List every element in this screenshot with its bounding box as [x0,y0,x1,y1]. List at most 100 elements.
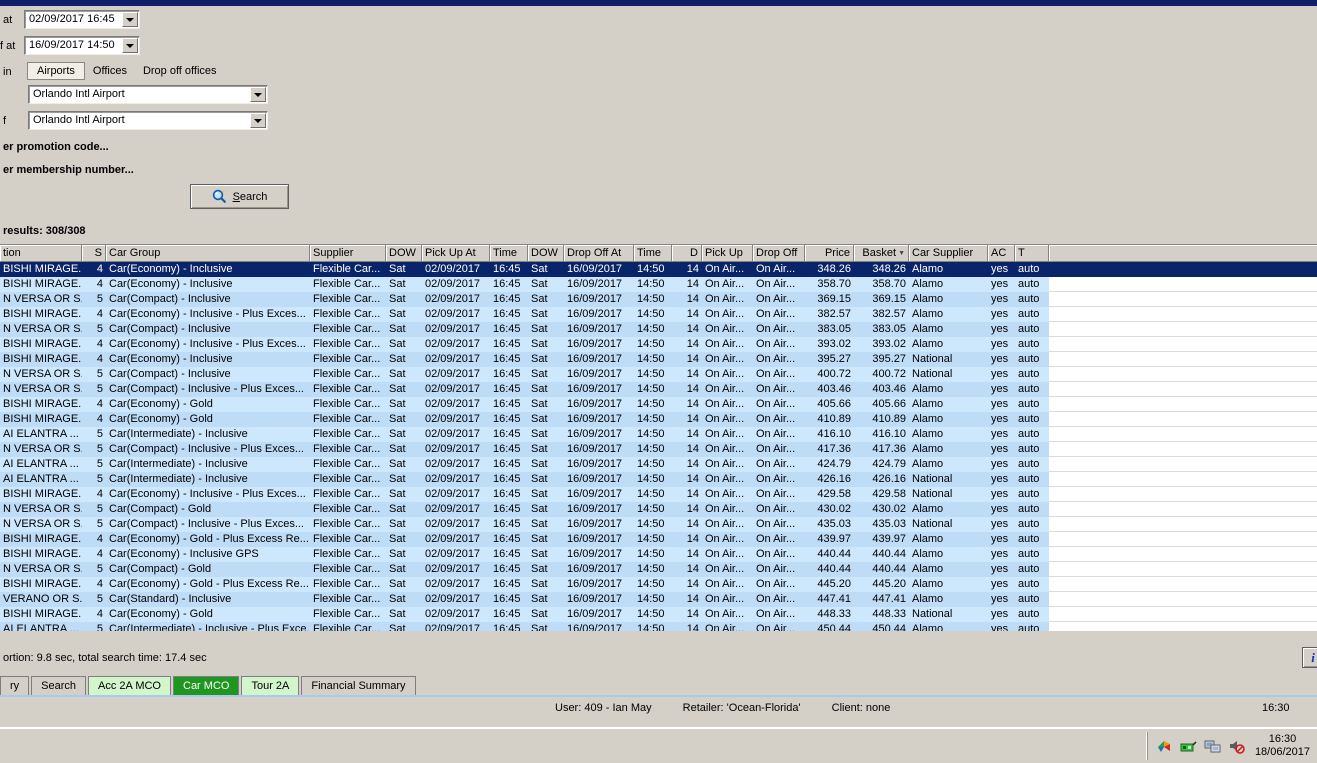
bottom-tab-ry[interactable]: ry [0,676,30,695]
cell-dropoff-date: 16/09/2017 [564,412,634,427]
dropoff-location-combo[interactable]: Orlando Intl Airport [28,111,268,130]
table-row[interactable]: N VERSA OR S... 5 Car(Compact) - Inclusive… [0,382,1317,397]
column-header-s[interactable]: S [82,245,106,262]
cell-pickup-time: 16:45 [490,412,528,427]
table-row[interactable]: N VERSA OR S... 5 Car(Compact) - Gold Flexi… [0,502,1317,517]
cell-days: 14 [672,382,702,397]
table-row[interactable]: N VERSA OR S... 5 Car(Compact) - Gold Flexi… [0,562,1317,577]
cell-dropoff-date: 16/09/2017 [564,382,634,397]
cell-pickup-time: 16:45 [490,532,528,547]
location-tab-airports[interactable]: Airports [27,61,85,80]
column-header-pick-up-at[interactable]: Pick Up At [422,245,490,262]
cell-dropoff-time: 14:50 [634,547,672,562]
table-row[interactable]: BISHI MIRAGE... 4 Car(Economy) - Inclusive… [0,352,1317,367]
column-header-tion[interactable]: tion [0,245,82,262]
cell-dow-pickup: Sat [386,427,422,442]
dropoff-location-dropdown-button[interactable] [250,113,266,128]
tray-antivirus-icon[interactable] [1156,738,1173,755]
column-header-pick-up[interactable]: Pick Up [702,245,753,262]
cell-supplier: Flexible Car... [310,397,386,412]
table-row[interactable]: N VERSA OR S... 5 Car(Compact) - Inclusive… [0,322,1317,337]
cell-price: 424.79 [805,457,854,472]
cell-car-group: Car(Compact) - Inclusive [106,292,310,307]
bottom-tab-tour-2a[interactable]: Tour 2A [241,676,300,695]
cell-days: 14 [672,472,702,487]
bottom-tab-acc-2a-mco[interactable]: Acc 2A MCO [88,676,171,695]
membership-number-link[interactable]: er membership number... [3,164,134,176]
pickup-datetime-combo[interactable]: 02/09/2017 16:45 [24,10,140,29]
search-button[interactable]: Search [190,184,289,209]
table-row[interactable]: AI ELANTRA ... 5 Car(Intermediate) - Inclu… [0,472,1317,487]
table-row[interactable]: BISHI MIRAGE... 4 Car(Economy) - Inclusive… [0,337,1317,352]
table-row[interactable]: BISHI MIRAGE... 4 Car(Economy) - Inclusive… [0,277,1317,292]
tray-network-card-icon[interactable] [1180,738,1197,755]
table-row[interactable]: AI ELANTRA ... 5 Car(Intermediate) - Inclu… [0,427,1317,442]
table-row[interactable]: BISHI MIRAGE... 4 Car(Economy) - Inclusive… [0,307,1317,322]
cell-basket: 383.05 [854,322,909,337]
pickup-datetime-dropdown-button[interactable] [122,12,138,27]
cell-t: auto [1015,307,1049,322]
cell-description: BISHI MIRAGE... [0,277,82,292]
table-row[interactable]: AI ELANTRA ... 5 Car(Intermediate) - Inclu… [0,457,1317,472]
column-header-drop-off-at[interactable]: Drop Off At [564,245,634,262]
dropoff-datetime-dropdown-button[interactable] [122,38,138,53]
row-filler [1049,412,1317,427]
column-header-car-supplier[interactable]: Car Supplier [909,245,988,262]
column-header-car-group[interactable]: Car Group [106,245,310,262]
table-row[interactable]: N VERSA OR S... 5 Car(Compact) - Inclusive… [0,517,1317,532]
table-row[interactable]: BISHI MIRAGE... 4 Car(Economy) - Gold Flexi… [0,412,1317,427]
promotion-code-link[interactable]: er promotion code... [3,141,109,153]
table-row[interactable]: BISHI MIRAGE... 4 Car(Economy) - Inclusive… [0,487,1317,502]
cell-car-group: Car(Economy) - Inclusive - Plus Exces... [106,337,310,352]
cell-ac: yes [988,412,1015,427]
cell-price: 403.46 [805,382,854,397]
tray-network-computers-icon[interactable] [1204,738,1221,755]
cell-dropoff-time: 14:50 [634,292,672,307]
column-header-drop-off[interactable]: Drop Off [753,245,805,262]
bottom-tab-search[interactable]: Search [31,676,87,695]
column-header-basket[interactable]: Basket ▼ [854,245,909,262]
cell-s: 4 [82,547,106,562]
table-row[interactable]: BISHI MIRAGE... 4 Car(Economy) - Gold - Pl… [0,532,1317,547]
table-row[interactable]: BISHI MIRAGE... 4 Car(Economy) - Gold Flexi… [0,607,1317,622]
bottom-tab-car-mco[interactable]: Car MCO [173,676,240,695]
table-row[interactable]: BISHI MIRAGE... 4 Car(Economy) - Inclusive… [0,262,1317,277]
table-row[interactable]: BISHI MIRAGE... 4 Car(Economy) - Gold - Pl… [0,577,1317,592]
location-tab-offices[interactable]: Offices [85,63,135,79]
column-header-time[interactable]: Time [634,245,672,262]
pickup-location-dropdown-button[interactable] [250,87,266,102]
cell-dow-dropoff: Sat [528,457,564,472]
cell-supplier: Flexible Car... [310,472,386,487]
row-filler [1049,442,1317,457]
table-row[interactable]: VERANO OR S... 5 Car(Standard) - Inclusive… [0,592,1317,607]
table-row[interactable]: N VERSA OR S... 5 Car(Compact) - Inclusive… [0,367,1317,382]
cell-car-supplier: Alamo [909,337,988,352]
table-row[interactable]: N VERSA OR S... 5 Car(Compact) - Inclusive… [0,292,1317,307]
cell-t: auto [1015,517,1049,532]
column-header-dow[interactable]: DOW [386,245,422,262]
pickup-location-combo[interactable]: Orlando Intl Airport [28,85,268,104]
cell-car-supplier: National [909,607,988,622]
column-header-d[interactable]: D [672,245,702,262]
cell-ac: yes [988,367,1015,382]
table-row[interactable]: AI ELANTRA ... 5 Car(Intermediate) - Inclu… [0,622,1317,631]
cell-supplier: Flexible Car... [310,277,386,292]
taskbar[interactable]: 16:30 18/06/2017 [0,729,1317,763]
table-row[interactable]: BISHI MIRAGE... 4 Car(Economy) - Gold Flexi… [0,397,1317,412]
table-row[interactable]: BISHI MIRAGE... 4 Car(Economy) - Inclusive… [0,547,1317,562]
column-header-t[interactable]: T [1015,245,1049,262]
info-button[interactable]: i [1302,647,1317,668]
column-header-time[interactable]: Time [490,245,528,262]
column-header-dow[interactable]: DOW [528,245,564,262]
column-header-ac[interactable]: AC [988,245,1015,262]
column-header-supplier[interactable]: Supplier [310,245,386,262]
bottom-tab-financial-summary[interactable]: Financial Summary [301,676,416,695]
column-header-price[interactable]: Price [805,245,854,262]
dropoff-datetime-combo[interactable]: 16/09/2017 14:50 [24,36,140,55]
cell-days: 14 [672,262,702,277]
tray-volume-muted-icon[interactable] [1228,738,1245,755]
table-row[interactable]: N VERSA OR S... 5 Car(Compact) - Inclusive… [0,442,1317,457]
row-filler [1049,457,1317,472]
cell-dropoff-date: 16/09/2017 [564,577,634,592]
location-tab-drop-off-offices[interactable]: Drop off offices [135,63,225,79]
